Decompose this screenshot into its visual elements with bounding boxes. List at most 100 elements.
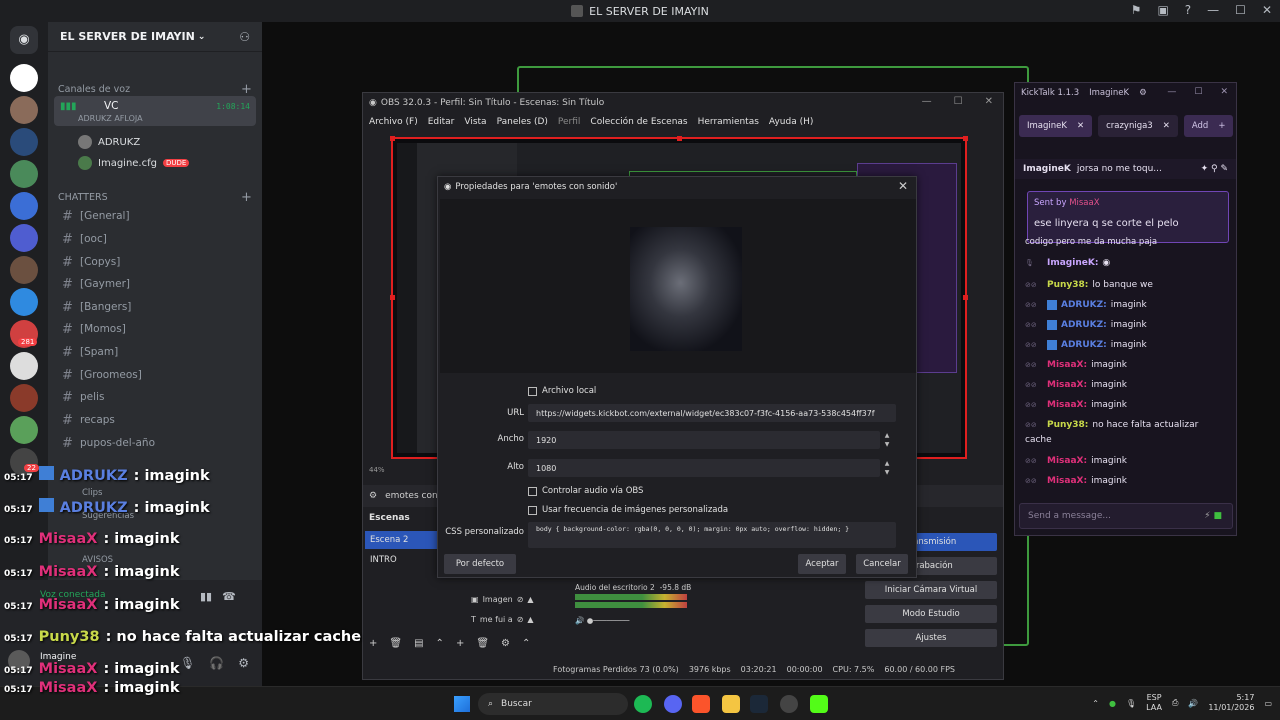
mod-tools-icon[interactable]: ⊘⊘ [1025,477,1043,485]
mod-tools-icon[interactable]: ⊘⊘ [1025,281,1043,289]
help-icon[interactable]: ? [1185,3,1191,17]
add-icon[interactable]: + [456,638,464,649]
eye-icon[interactable]: ⊘ [517,595,524,604]
reply-card[interactable]: Sent by MisaaX ese linyera q se corte el… [1027,191,1229,243]
mod-tools-icon[interactable]: ⊘⊘ [1025,421,1043,429]
voice-user[interactable]: ADRUKZ [78,135,140,149]
channel-item[interactable]: # pelis [58,386,256,408]
channel-item[interactable]: # [Spam] [58,341,256,363]
server-icon[interactable] [10,256,38,284]
discord-home-icon[interactable]: ◉ [10,26,38,54]
noise-icon[interactable]: ▮▮ [200,590,212,603]
menu-paneles[interactable]: Paneles (D) [497,117,548,127]
eye-icon[interactable]: ⊘ [517,615,524,624]
chevron-up-icon[interactable]: ⌃ [1092,699,1099,708]
server-icon[interactable] [10,128,38,156]
tray-app-icon[interactable]: ● [1109,699,1116,708]
close-icon[interactable]: ✕ [898,179,908,193]
chat-message[interactable]: ⊘⊘ MisaaX: imagink [1025,360,1229,370]
tab-crazyniga3[interactable]: crazyniga3 ✕ [1098,115,1178,137]
close-icon[interactable]: ✕ [985,96,993,107]
add-tab-button[interactable]: Add + [1183,115,1234,137]
chat-message[interactable]: 🎙 ImagineK: ◉ [1025,258,1229,268]
chat-message[interactable]: ⊘⊘ ADRUKZ: imagink [1025,320,1229,330]
minimize-icon[interactable]: — [1207,3,1219,17]
height-field[interactable]: 1080 [528,459,880,477]
mod-tools-icon[interactable]: ⊘⊘ [1025,301,1043,309]
source-item[interactable]: ▣ Imagen ⊘ ▲ [471,589,557,609]
height-stepper[interactable]: ▲ ▼ [880,459,894,477]
channel-item[interactable]: # [General] [58,205,256,227]
defaults-button[interactable]: Por defecto [444,554,516,574]
server-icon[interactable] [10,352,38,380]
resize-handle[interactable] [390,136,395,141]
custom-fps-checkbox[interactable]: Usar frecuencia de imágenes personalizad… [528,505,728,515]
add-icon[interactable]: + [369,638,377,649]
voice-user[interactable]: Imagine.cfg DUDE [78,156,190,170]
mod-tools-icon[interactable]: ⊘⊘ [1025,321,1043,329]
settings-icon[interactable]: ⚙ [1139,88,1147,98]
network-icon[interactable]: ⎙ [1172,698,1178,708]
resize-handle[interactable] [963,295,968,300]
width-field[interactable]: 1920 [528,431,880,449]
channel-item[interactable]: # pupos-del-año [58,432,256,454]
volume-slider[interactable]: 🔊 ●──────── [575,616,709,625]
menu-editar[interactable]: Editar [428,117,455,127]
source-item[interactable]: Tme fui a ⊘ ▲ [471,609,557,629]
server-icon[interactable] [10,416,38,444]
chat-message[interactable]: ⊘⊘ ADRUKZ: imagink [1025,340,1229,350]
mod-tools-icon[interactable]: ⊘⊘ [1025,457,1043,465]
channel-item[interactable]: # [Copys] [58,251,256,273]
channel-item[interactable]: # recaps [58,409,256,431]
server-icon[interactable] [10,288,38,316]
pinned-message-bar[interactable]: ImagineK jorsa no me toqu... ✦ ⚲ ✎ [1015,159,1236,179]
taskbar-search[interactable]: ⌕ Buscar [478,693,628,715]
chat-message[interactable]: ⊘⊘ MisaaX: imagink [1025,476,1229,486]
server-icon[interactable] [10,224,38,252]
chat-message[interactable]: ⊘⊘ MisaaX: imagink [1025,380,1229,390]
menu-coleccion[interactable]: Colección de Escenas [590,117,687,127]
minimize-icon[interactable]: — [922,96,932,107]
channel-item[interactable]: # [Bangers] [58,296,256,318]
settings-button[interactable]: Ajustes [865,629,997,647]
close-icon[interactable]: ✕ [1220,87,1228,97]
headphones-icon[interactable]: 🎧 [209,656,224,670]
minimize-icon[interactable]: — [1167,87,1176,97]
voice-channel-vc[interactable]: ▮▮▮ VC ADRUKZ AFLOJA 1:08:14 [54,96,256,126]
scene-item[interactable]: INTRO [365,551,437,569]
mic-icon[interactable]: 🎙 [180,656,195,670]
file-explorer-icon[interactable] [722,695,740,713]
add-channel-icon[interactable]: + [241,190,252,205]
gear-icon[interactable]: ⚙ [501,638,510,649]
notifications-icon[interactable]: ▭ [1264,699,1272,708]
audio-control-checkbox[interactable]: Controlar audio vía OBS [528,486,643,496]
gear-icon[interactable]: ⚙ [369,491,377,501]
server-icon[interactable] [10,96,38,124]
tab-imaginek[interactable]: ImagineK ✕ [1019,115,1093,137]
filter-icon[interactable]: ▤ [414,638,423,649]
server-icon[interactable] [10,384,38,412]
channel-item[interactable]: # [Gaymer] [58,273,256,295]
mod-tools-icon[interactable]: ⊘⊘ [1025,361,1043,369]
pin-icon[interactable]: ✦ ⚲ ✎ [1201,164,1228,174]
add-channel-icon[interactable]: + [241,82,252,97]
spotify-icon[interactable] [634,695,652,713]
channel-item[interactable]: # [ooc] [58,228,256,250]
resize-handle[interactable] [677,136,682,141]
ok-button[interactable]: Aceptar [798,554,846,574]
server-icon[interactable] [10,64,38,92]
invite-icon[interactable]: ⚇ [239,30,250,44]
resize-handle[interactable] [963,136,968,141]
server-icon[interactable] [10,192,38,220]
menu-vista[interactable]: Vista [464,117,486,127]
category-chatters[interactable]: CHATTERS + [58,190,252,205]
lock-icon[interactable]: ▲ [527,615,533,624]
chat-message[interactable]: ⊘⊘ ADRUKZ: imagink [1025,300,1229,310]
mod-tools-icon[interactable]: ⊘⊘ [1025,381,1043,389]
discord-icon[interactable] [664,695,682,713]
obs-icon[interactable] [780,695,798,713]
lock-icon[interactable]: ▲ [527,595,533,604]
maximize-icon[interactable]: ☐ [1194,87,1202,97]
emote-picker-icon[interactable]: ⚡ ■ [1204,511,1222,521]
resize-handle[interactable] [390,295,395,300]
